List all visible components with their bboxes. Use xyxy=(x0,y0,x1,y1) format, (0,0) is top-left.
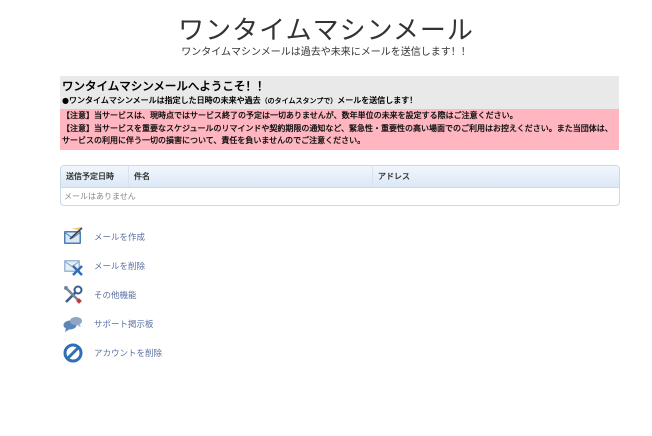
caution-text-2: 【注意】当サービスを重要なスケジュールのリマインドや契約期限の通知など、緊急性・… xyxy=(62,123,613,146)
intro-text-small: （のタイムスタンプで） xyxy=(260,97,338,105)
compose-mail-icon xyxy=(64,226,83,244)
column-header-address[interactable]: アドレス xyxy=(373,166,619,187)
menu-label-other-features: その他機能 xyxy=(94,290,137,301)
caution-text-1: 【注意】当サービスは、現時点ではサービス終了の予定は一切ありませんが、数年単位の… xyxy=(62,111,518,120)
menu-label-delete-account: アカウントを削除 xyxy=(94,348,163,359)
menu-item-compose[interactable]: メールを作成 xyxy=(62,222,262,251)
column-header-subject[interactable]: 件名 xyxy=(129,166,373,187)
action-menu: メールを作成 メールを削除 その他機能 サポート掲示板 アカウントを削除 xyxy=(62,222,262,367)
intro-text-part1: ●ワンタイムマシンメールは指定した日時の未来や過去 xyxy=(62,96,261,105)
notice-box: ワンタイムマシンメールへようこそ！！ ●ワンタイムマシンメールは指定した日時の未… xyxy=(60,76,619,150)
intro-text: ●ワンタイムマシンメールは指定した日時の未来や過去（のタイムスタンプで）メールを… xyxy=(62,94,617,108)
tools-icon xyxy=(64,285,83,304)
menu-label-support-board: サポート掲示板 xyxy=(94,319,154,330)
column-header-send-date[interactable]: 送信予定日時 xyxy=(61,166,129,187)
mail-table: 送信予定日時 件名 アドレス メールはありません xyxy=(60,165,620,206)
menu-item-other-features[interactable]: その他機能 xyxy=(62,280,262,309)
menu-item-delete-mail[interactable]: メールを削除 xyxy=(62,251,262,280)
menu-label-delete-mail: メールを削除 xyxy=(94,261,146,272)
app-title: ワンタイムマシンメール xyxy=(178,16,474,46)
menu-item-support-board[interactable]: サポート掲示板 xyxy=(62,309,262,338)
table-header-row: 送信予定日時 件名 アドレス xyxy=(61,166,619,188)
welcome-heading: ワンタイムマシンメールへようこそ！！ xyxy=(62,79,269,93)
welcome-section: ワンタイムマシンメールへようこそ！！ ●ワンタイムマシンメールは指定した日時の未… xyxy=(60,76,619,109)
intro-text-part2: メールを送信します！ xyxy=(337,96,418,105)
chat-bubbles-icon xyxy=(63,316,82,332)
menu-label-compose: メールを作成 xyxy=(94,232,146,243)
app-subtitle: ワンタイムマシンメールは過去や未来にメールを送信します！！ xyxy=(181,47,471,58)
menu-item-delete-account[interactable]: アカウントを削除 xyxy=(62,338,262,367)
delete-mail-icon xyxy=(64,259,83,276)
empty-message: メールはありません xyxy=(64,192,136,201)
caution-section: 【注意】当サービスは、現時点ではサービス終了の予定は一切ありませんが、数年単位の… xyxy=(60,109,619,150)
prohibited-icon xyxy=(63,343,83,362)
